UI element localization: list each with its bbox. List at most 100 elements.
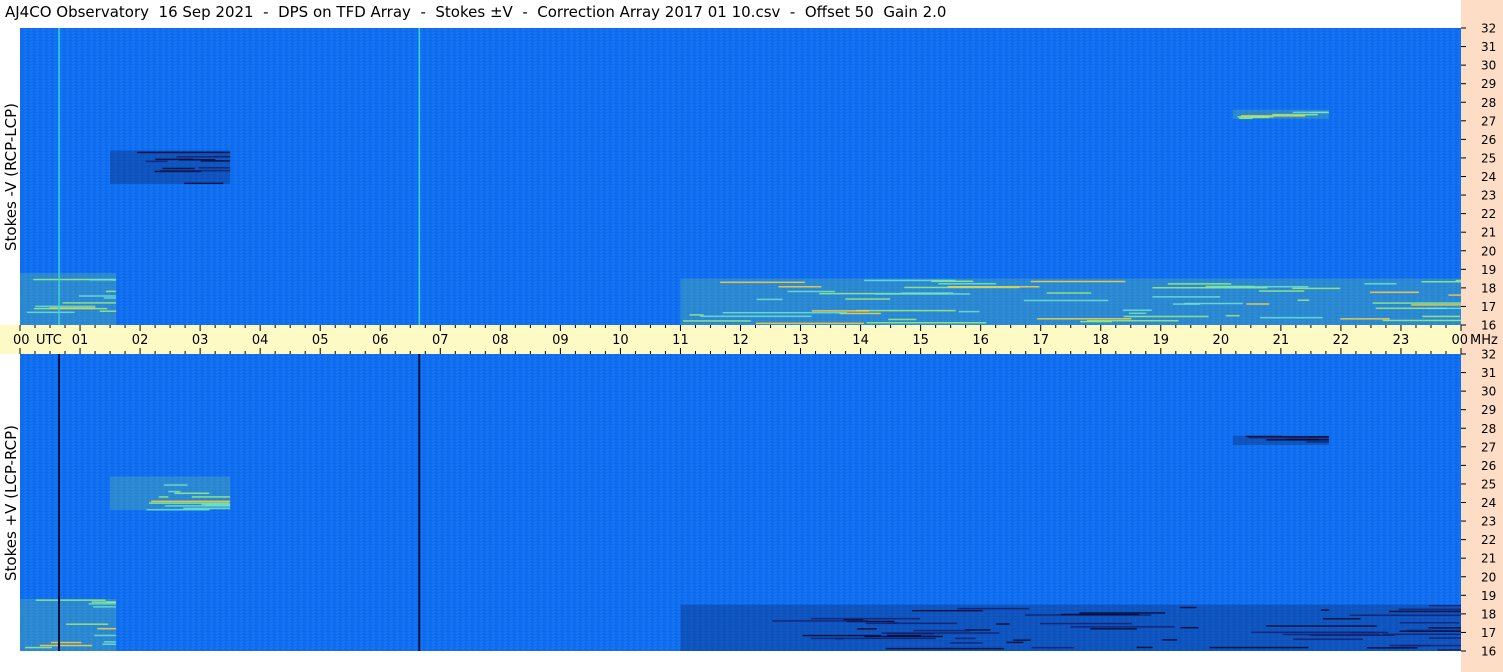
emission-streak bbox=[857, 628, 877, 630]
emission-streak bbox=[93, 606, 117, 608]
y-tick-label: 22 bbox=[1481, 533, 1496, 547]
emission-streak bbox=[39, 644, 93, 647]
emission-streak bbox=[949, 642, 983, 644]
y-tick-label: 22 bbox=[1481, 207, 1496, 221]
emission-region bbox=[680, 278, 1461, 325]
emission-streak bbox=[1129, 312, 1147, 315]
emission-streak bbox=[845, 298, 891, 300]
y-tick-label: 16 bbox=[1481, 645, 1496, 659]
emission-streak bbox=[1322, 618, 1361, 620]
emission-streak bbox=[35, 599, 106, 601]
emission-streak bbox=[911, 609, 983, 612]
emission-streak bbox=[1040, 622, 1132, 625]
x-tick-label: 00 bbox=[1451, 333, 1468, 348]
emission-streak bbox=[174, 492, 210, 495]
emission-streak bbox=[1455, 279, 1461, 282]
emission-streak bbox=[1060, 613, 1140, 616]
emission-region bbox=[680, 604, 1461, 651]
emission-streak bbox=[1260, 316, 1323, 319]
bottom-panel: 32 31 30 29 28 27 26 25 24 23 22 21 20 19 18 17 16 bbox=[20, 348, 1496, 659]
emission-streak bbox=[811, 310, 870, 312]
emission-streak bbox=[1090, 628, 1137, 630]
emission-streak bbox=[1248, 436, 1329, 439]
emission-streak bbox=[94, 634, 117, 637]
emission-streak bbox=[137, 151, 231, 154]
emission-streak bbox=[25, 646, 53, 649]
emission-streak bbox=[1428, 307, 1461, 310]
emission-streak bbox=[683, 320, 751, 322]
emission-streak bbox=[1370, 291, 1419, 294]
y-tick-label: 30 bbox=[1481, 59, 1496, 73]
emission-streak bbox=[49, 307, 96, 309]
emission-streak bbox=[1406, 629, 1461, 632]
emission-streak bbox=[1349, 614, 1461, 617]
emission-streak bbox=[1437, 649, 1461, 651]
emission-streak bbox=[722, 311, 848, 314]
emission-streak bbox=[50, 641, 82, 644]
y-tick-label: 27 bbox=[1481, 114, 1496, 128]
y-tick-label: 29 bbox=[1481, 77, 1496, 91]
emission-streak bbox=[1320, 609, 1330, 611]
emission-streak bbox=[913, 629, 971, 632]
emission-streak bbox=[97, 627, 117, 630]
emission-streak bbox=[145, 160, 168, 163]
emission-streak bbox=[162, 167, 195, 170]
emission-streak bbox=[1398, 608, 1461, 611]
emission-streak bbox=[1251, 631, 1375, 634]
emission-streak bbox=[885, 647, 1005, 650]
emission-streak bbox=[1372, 302, 1461, 304]
emission-streak bbox=[198, 167, 231, 169]
emission-streak bbox=[1152, 296, 1221, 298]
emission-streak bbox=[1287, 438, 1320, 441]
emission-streak bbox=[1282, 633, 1380, 636]
y-tick-label: 26 bbox=[1481, 459, 1496, 473]
y-tick-label: 28 bbox=[1481, 96, 1496, 110]
emission-streak bbox=[1292, 638, 1363, 641]
x-tick-label: 07 bbox=[432, 333, 449, 348]
emission-streak bbox=[1209, 646, 1309, 649]
emission-streak bbox=[1167, 283, 1232, 285]
emission-streak bbox=[772, 620, 868, 622]
emission-streak bbox=[1086, 319, 1179, 322]
y-tick-label: 19 bbox=[1481, 263, 1496, 277]
x-tick-label: 19 bbox=[1153, 333, 1170, 348]
y-tick-label: 23 bbox=[1481, 515, 1496, 529]
y-tick-label: 21 bbox=[1481, 226, 1496, 240]
emission-streak bbox=[834, 637, 844, 640]
y-tick-label: 28 bbox=[1481, 422, 1496, 436]
emission-streak bbox=[1399, 622, 1460, 624]
emission-streak bbox=[146, 508, 210, 511]
emission-streak bbox=[1266, 625, 1377, 627]
y-tick-label: 25 bbox=[1481, 151, 1496, 165]
emission-streak bbox=[1023, 299, 1109, 302]
x-tick-label: 20 bbox=[1213, 333, 1230, 348]
x-tick-label: 01 bbox=[72, 333, 89, 348]
y-tick-label: 29 bbox=[1481, 403, 1496, 417]
emission-streak bbox=[1411, 304, 1461, 306]
x-tick-label: 13 bbox=[792, 333, 809, 348]
emission-streak bbox=[1389, 644, 1461, 647]
emission-streak bbox=[1123, 315, 1209, 318]
y-tick-label: 30 bbox=[1481, 385, 1496, 399]
mhz-label: MHz bbox=[1470, 333, 1498, 348]
x-tick-label: 00 bbox=[13, 333, 30, 348]
y-tick-label: 17 bbox=[1481, 300, 1496, 314]
emission-streak bbox=[184, 182, 224, 185]
emission-streak bbox=[65, 623, 109, 625]
emission-streak bbox=[158, 496, 169, 498]
emission-streak bbox=[1136, 646, 1153, 649]
emission-streak bbox=[865, 622, 958, 625]
emission-streak bbox=[183, 507, 231, 510]
emission-streak bbox=[1292, 287, 1341, 290]
bottom-panel-ylabel: Stokes +V (LCP-RCP) bbox=[2, 424, 20, 581]
top-panel: 32 31 30 29 28 27 26 25 24 23 22 21 20 19 18 17 16 bbox=[20, 22, 1496, 333]
x-tick-label: 10 bbox=[612, 333, 629, 348]
emission-streak bbox=[1013, 639, 1031, 641]
emission-streak bbox=[720, 281, 805, 284]
emission-streak bbox=[700, 315, 812, 318]
emission-streak bbox=[1428, 627, 1461, 629]
y-tick-label: 31 bbox=[1481, 366, 1496, 380]
emission-streak bbox=[864, 279, 956, 282]
emission-region bbox=[20, 273, 117, 325]
emission-streak bbox=[1211, 285, 1309, 288]
